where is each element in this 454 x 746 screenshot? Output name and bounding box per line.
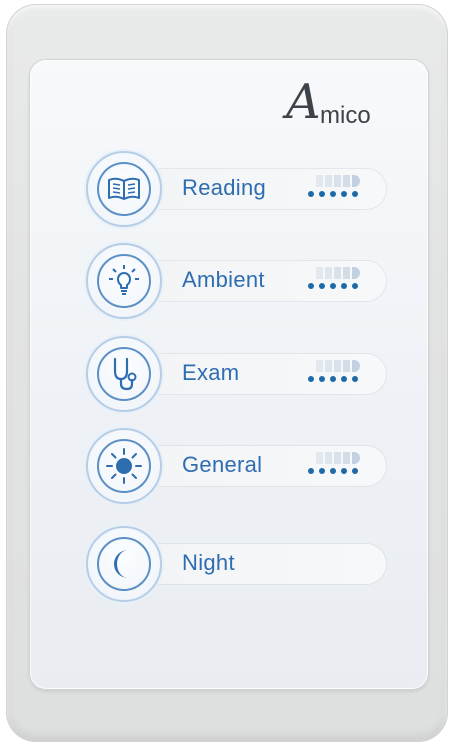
night-button-track[interactable] [140, 544, 386, 584]
night-icon-button[interactable] [86, 526, 162, 602]
exam-level-indicator [308, 360, 370, 390]
lightbulb-icon [109, 265, 139, 295]
ambient-level-indicator [308, 267, 370, 297]
reading-button[interactable]: Reading [86, 151, 390, 227]
exam-icon-button[interactable] [86, 336, 162, 412]
level-dots [308, 191, 368, 199]
general-level-indicator [308, 452, 370, 482]
night-label: Night [182, 550, 235, 575]
level-dots [308, 376, 368, 384]
moon-icon [114, 550, 128, 578]
ambient-button[interactable]: Ambient [86, 243, 390, 319]
night-button[interactable]: Night [86, 526, 390, 602]
general-label: General [182, 452, 263, 477]
exam-label: Exam [182, 360, 240, 385]
exam-button[interactable]: Exam [86, 336, 390, 412]
level-bars-icon [316, 267, 360, 279]
stethoscope-icon [113, 357, 137, 391]
brand-logo: A mico [286, 78, 406, 136]
level-bars-icon [316, 175, 360, 187]
ambient-label: Ambient [182, 267, 265, 292]
sun-icon [106, 448, 142, 484]
level-dots [308, 468, 368, 476]
level-bars-icon [316, 360, 360, 372]
reading-level-indicator [308, 175, 370, 205]
brand-logo-letter: A [286, 74, 321, 130]
level-dots [308, 283, 368, 291]
reading-icon-button[interactable] [86, 151, 162, 227]
book-icon [108, 177, 140, 200]
brand-logo-text: mico [320, 102, 371, 129]
general-button[interactable]: General [86, 428, 390, 504]
ambient-icon-button[interactable] [86, 243, 162, 319]
level-bars-icon [316, 452, 360, 464]
general-icon-button[interactable] [86, 428, 162, 504]
reading-label: Reading [182, 175, 267, 200]
